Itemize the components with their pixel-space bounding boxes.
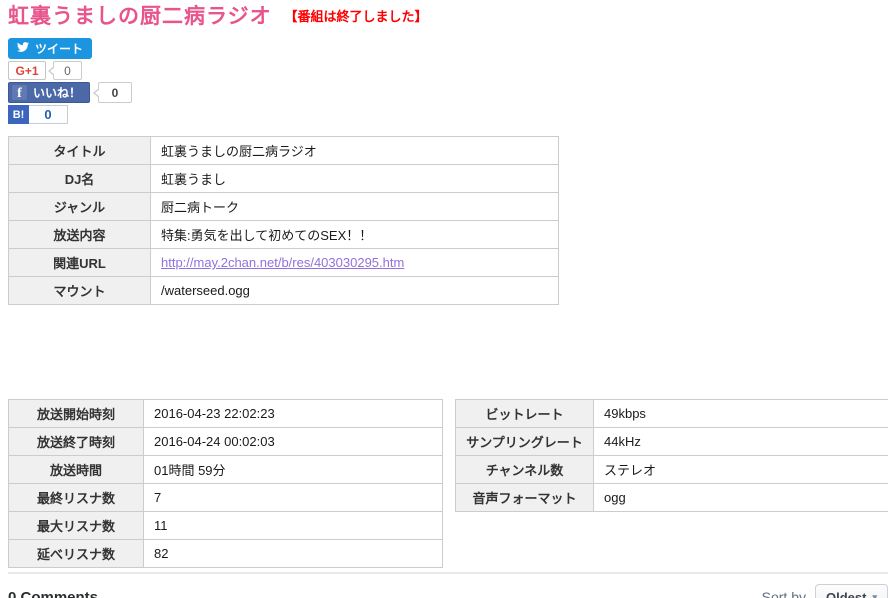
row-value: 厨二病トーク (151, 193, 559, 221)
row-label: 関連URL (9, 249, 151, 277)
table-row: チャンネル数 ステレオ (456, 456, 888, 484)
table-row: ビットレート 49kbps (456, 400, 888, 428)
row-label: 放送時間 (9, 456, 144, 484)
table-row: 音声フォーマット ogg (456, 484, 888, 512)
row-value: 2016-04-24 00:02:03 (144, 428, 443, 456)
table-row: ジャンル 厨二病トーク (9, 193, 559, 221)
program-ended-notice: 【番組は終了しました】 (284, 9, 427, 24)
row-label: 放送内容 (9, 221, 151, 249)
tweet-row: ツイート (8, 38, 888, 59)
row-value: 11 (144, 512, 443, 540)
gplus-row: G+1 0 (8, 61, 888, 80)
comments-count: 0 Comments (8, 589, 98, 598)
broadcast-stats-table: 放送開始時刻 2016-04-23 22:02:23 放送終了時刻 2016-0… (8, 399, 443, 568)
tweet-button-label: ツイート (35, 40, 83, 57)
row-value: 44kHz (594, 428, 888, 456)
facebook-like-button[interactable]: f いいね！ (8, 82, 90, 103)
row-label: ジャンル (9, 193, 151, 221)
row-label: 放送開始時刻 (9, 400, 144, 428)
hatena-b-icon: B! (8, 105, 29, 124)
sort-selected-value: Oldest (826, 590, 866, 598)
row-value: 82 (144, 540, 443, 568)
table-row: 放送時間 01時間 59分 (9, 456, 443, 484)
row-value: 7 (144, 484, 443, 512)
row-value: 虹裏うまし (151, 165, 559, 193)
spacer (8, 305, 888, 399)
table-row: サンプリングレート 44kHz (456, 428, 888, 456)
row-label: DJ名 (9, 165, 151, 193)
row-label: マウント (9, 277, 151, 305)
broadcast-info-table: タイトル 虹裏うましの厨二病ラジオ DJ名 虹裏うまし ジャンル 厨二病トーク … (8, 136, 559, 305)
broadcast-title: 虹裏うましの厨二病ラジオ (8, 5, 272, 28)
facebook-like-row: f いいね！ 0 (8, 82, 888, 103)
row-label: 最終リスナ数 (9, 484, 144, 512)
sort-area: Sort by Oldest ▾ (762, 584, 888, 598)
gplus-icon: G+1 (15, 64, 38, 78)
hatena-count: 0 (29, 105, 68, 124)
chevron-down-icon: ▾ (872, 592, 877, 598)
row-label: ビットレート (456, 400, 594, 428)
row-label: 音声フォーマット (456, 484, 594, 512)
hatena-bookmark-button[interactable]: B! 0 (8, 105, 68, 124)
sort-by-label: Sort by (762, 589, 806, 598)
facebook-count: 0 (112, 86, 119, 100)
social-share-bar: ツイート G+1 0 f いいね！ 0 B! 0 (8, 38, 888, 124)
row-value: 2016-04-23 22:02:23 (144, 400, 443, 428)
table-row: マウント /waterseed.ogg (9, 277, 559, 305)
row-value: ogg (594, 484, 888, 512)
row-value: 49kbps (594, 400, 888, 428)
gplus-button[interactable]: G+1 (8, 61, 46, 80)
table-row: 放送内容 特集:勇気を出して初めてのSEX！！ (9, 221, 559, 249)
row-label: サンプリングレート (456, 428, 594, 456)
table-row: 最終リスナ数 7 (9, 484, 443, 512)
row-value: ステレオ (594, 456, 888, 484)
row-value: 特集:勇気を出して初めてのSEX！！ (151, 221, 559, 249)
gplus-count-bubble: 0 (53, 61, 82, 80)
facebook-like-label: いいね！ (33, 84, 81, 101)
row-value: 01時間 59分 (144, 456, 443, 484)
table-row: 最大リスナ数 11 (9, 512, 443, 540)
table-row: DJ名 虹裏うまし (9, 165, 559, 193)
comments-header: 0 Comments Sort by Oldest ▾ (8, 584, 888, 598)
stream-format-table: ビットレート 49kbps サンプリングレート 44kHz チャンネル数 ステレ… (455, 399, 888, 512)
stats-section: 放送開始時刻 2016-04-23 22:02:23 放送終了時刻 2016-0… (8, 399, 888, 568)
gplus-count: 0 (64, 64, 71, 78)
table-row: 放送開始時刻 2016-04-23 22:02:23 (9, 400, 443, 428)
table-row: タイトル 虹裏うましの厨二病ラジオ (9, 137, 559, 165)
twitter-bird-icon (16, 41, 30, 56)
table-row: 関連URL http://may.2chan.net/b/res/4030302… (9, 249, 559, 277)
sort-dropdown-button[interactable]: Oldest ▾ (815, 584, 888, 598)
row-label: 放送終了時刻 (9, 428, 144, 456)
row-label: 最大リスナ数 (9, 512, 144, 540)
row-value: 虹裏うましの厨二病ラジオ (151, 137, 559, 165)
row-label: 延べリスナ数 (9, 540, 144, 568)
table-row: 延べリスナ数 82 (9, 540, 443, 568)
related-url-link[interactable]: http://may.2chan.net/b/res/403030295.htm (161, 255, 404, 270)
page-title: 虹裏うましの厨二病ラジオ 【番組は終了しました】 (8, 5, 888, 29)
facebook-f-icon: f (12, 85, 27, 100)
page: 虹裏うましの厨二病ラジオ 【番組は終了しました】 ツイート G+1 0 f いい… (0, 0, 888, 598)
hatena-row: B! 0 (8, 105, 888, 124)
table-row: 放送終了時刻 2016-04-24 00:02:03 (9, 428, 443, 456)
row-label: チャンネル数 (456, 456, 594, 484)
comments-section: 0 Comments Sort by Oldest ▾ (8, 572, 888, 598)
row-label: タイトル (9, 137, 151, 165)
facebook-count-bubble: 0 (98, 82, 132, 103)
tweet-button[interactable]: ツイート (8, 38, 92, 59)
row-value: /waterseed.ogg (151, 277, 559, 305)
